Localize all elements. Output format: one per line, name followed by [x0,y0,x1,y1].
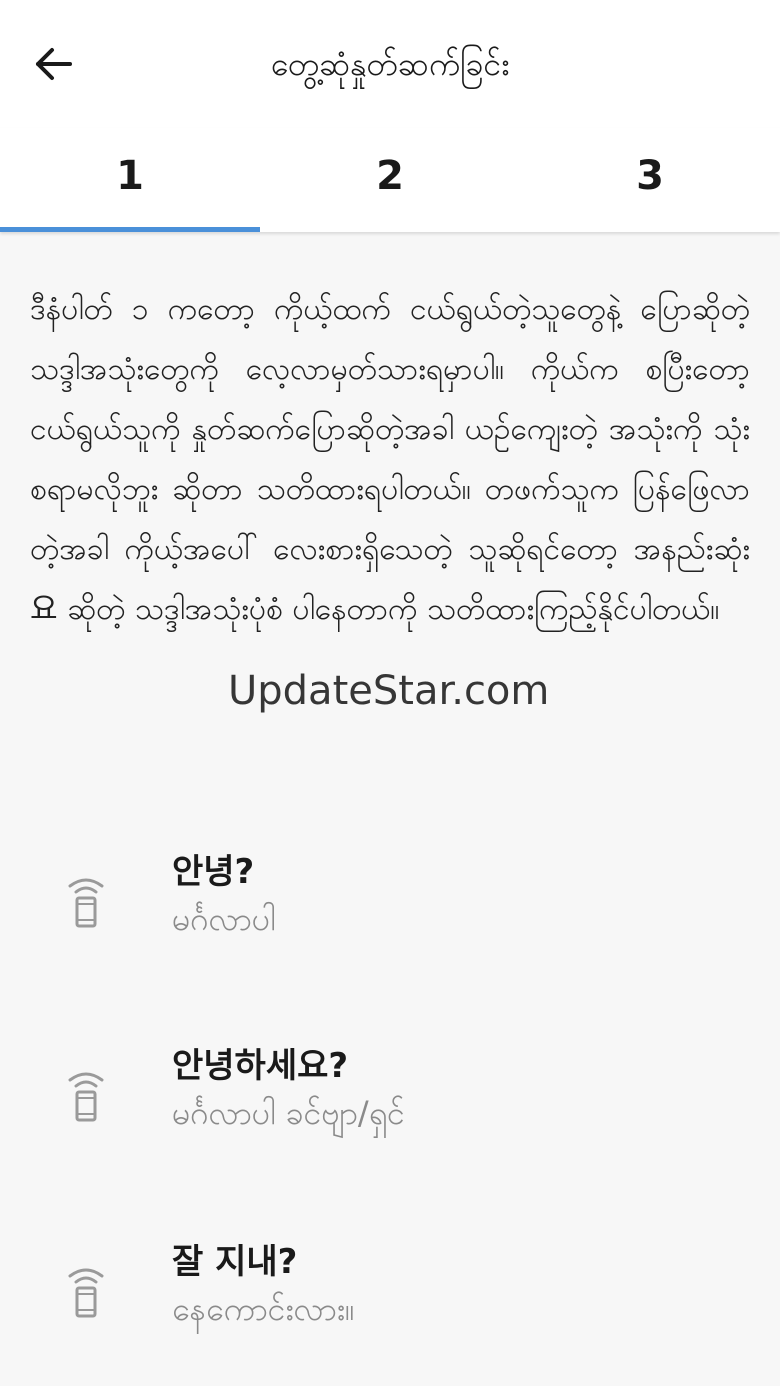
phrase-item: 안녕? မင်္ဂလာပါ [0,836,780,986]
tab-2[interactable]: 2 [260,128,520,232]
watermark: UpdateStar.com [228,668,550,714]
phrase-korean: 잘 지내? [172,1242,298,1282]
phrase-item: 안녕하세요? မင်္ဂလာပါ ခင်ဗျာ/ရှင် [0,1030,780,1180]
back-button[interactable] [22,32,86,96]
speaker-icon[interactable] [62,872,110,932]
phrase-item: 잘 지내? နေကောင်းလား။ [0,1226,780,1376]
phrase-korean: 안녕하세요? [172,1046,349,1086]
tab-3[interactable]: 3 [520,128,780,232]
intro-paragraph: ဒီနံပါတ် ၁ ကတော့ ကိုယ့်ထက် ငယ်ရွယ်တဲ့သူတ… [30,292,750,627]
phrase-burmese: မင်္ဂလာပါ [172,900,276,938]
phrase-burmese: မင်္ဂလာပါ ခင်ဗျာ/ရှင် [172,1094,405,1132]
arrow-left-icon [36,48,72,80]
tab-bar: 1 2 3 [0,128,780,232]
speaker-icon[interactable] [62,1262,110,1322]
tab-1[interactable]: 1 [0,128,260,232]
page-title: တွေ့ဆုံနှုတ်ဆက်ခြင်း [270,45,510,83]
phrase-korean: 안녕? [172,852,255,892]
phrase-burmese: နေကောင်းလား။ [172,1290,355,1328]
app-bar: တွေ့ဆုံနှုတ်ဆက်ခြင်း [0,0,780,128]
speaker-icon[interactable] [62,1066,110,1126]
